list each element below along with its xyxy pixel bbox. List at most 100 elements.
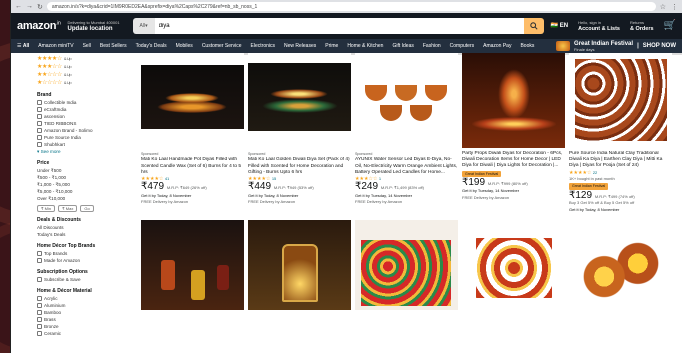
checkbox[interactable]	[37, 142, 42, 147]
cart-icon[interactable]: 🛒	[664, 21, 676, 31]
price-link[interactable]: ₹5,000 - ₹10,000	[37, 188, 123, 195]
nav-item[interactable]: New Releases	[284, 43, 316, 49]
shop-now-link[interactable]: SHOP NOW	[643, 43, 676, 49]
nav-item[interactable]: Home & Kitchen	[347, 43, 383, 49]
deal-link[interactable]: All Discounts	[37, 224, 123, 231]
material-checkbox[interactable]: Bamboo	[37, 309, 123, 316]
checkbox[interactable]	[37, 121, 42, 126]
brand-checkbox[interactable]: eCraftIndia	[37, 106, 123, 113]
price-link[interactable]: ₹1,000 - ₹5,000	[37, 181, 123, 188]
checkbox[interactable]	[37, 277, 42, 282]
nav-item[interactable]: Fashion	[423, 43, 441, 49]
checkbox[interactable]	[37, 331, 42, 336]
nav-item[interactable]: Amazon Pay	[483, 43, 511, 49]
address-bar[interactable]: amazon.in/s?k=diya&crid=1IM9R0ED2EA&spre…	[46, 2, 656, 11]
max-price-input[interactable]: ₹ Max	[58, 205, 78, 212]
festival-promo[interactable]: Great Indian Festival Finale days | SHOP …	[556, 41, 676, 52]
reload-icon[interactable]: ↻	[37, 3, 43, 11]
decor-checkbox[interactable]: Top Brands	[37, 250, 123, 257]
product-image[interactable]	[569, 53, 672, 148]
deliver-to[interactable]: Delivering to Mumbai 400001 Update locat…	[68, 20, 120, 32]
checkbox[interactable]	[37, 128, 42, 133]
product-title[interactable]: AYUNIX Water Sensor Led Diyas E-Diya, No…	[355, 157, 458, 176]
rating-filter-4[interactable]: ★★★★☆ & Up	[37, 55, 123, 63]
product-title[interactable]: Pure Source India Natural Clay Tradition…	[569, 151, 672, 170]
checkbox[interactable]	[37, 324, 42, 329]
star-icon[interactable]: ☆	[660, 3, 666, 11]
rating-filter-1[interactable]: ★☆☆☆☆ & Up	[37, 79, 123, 87]
returns-line1: Returns	[630, 20, 645, 25]
nav-item[interactable]: Computers	[450, 43, 474, 49]
product-image[interactable]	[141, 220, 244, 311]
price-link[interactable]: ₹500 - ₹1,000	[37, 174, 123, 181]
search-input[interactable]	[154, 18, 524, 34]
checkbox[interactable]	[37, 296, 42, 301]
product-image[interactable]	[355, 220, 458, 311]
nav-item[interactable]: Mobiles	[176, 43, 193, 49]
checkbox[interactable]	[37, 310, 42, 315]
rating-count: 41	[164, 175, 170, 181]
back-icon[interactable]: ←	[15, 3, 22, 11]
product-image[interactable]	[462, 215, 565, 306]
rating-filter-2[interactable]: ★★☆☆☆ & Up	[37, 71, 123, 79]
brand-checkbox[interactable]: Collectible India	[37, 99, 123, 106]
product-title[interactable]: Party Props Diwali Diyas for Decoration …	[462, 151, 565, 170]
account-menu[interactable]: Hello, sign in Account & Lists	[578, 20, 620, 32]
product-image[interactable]	[355, 53, 458, 148]
search-category-dropdown[interactable]: All ▾	[132, 18, 155, 34]
nav-item[interactable]: Books	[520, 43, 534, 49]
brand-checkbox[interactable]: Pure Source India	[37, 134, 123, 141]
product-title[interactable]: Mati Ko Laal Handmade Pot Diyas Filled w…	[141, 157, 244, 176]
product-image[interactable]	[248, 53, 351, 148]
material-checkbox[interactable]: Aluminium	[37, 302, 123, 309]
rating-count: 22	[592, 169, 598, 175]
brand-checkbox[interactable]: Shubhkart	[37, 141, 123, 148]
decor-checkbox[interactable]: Made for Amazon	[37, 257, 123, 264]
deal-link[interactable]: Today's Deals	[37, 231, 123, 238]
returns-orders[interactable]: Returns & Orders	[630, 20, 654, 32]
price-link[interactable]: Under ₹500	[37, 167, 123, 174]
nav-item[interactable]: Prime	[325, 43, 338, 49]
nav-item[interactable]: Gift Ideas	[392, 43, 413, 49]
nav-item[interactable]: Today's Deals	[136, 43, 167, 49]
checkbox-label: Shubhkart	[44, 142, 65, 147]
forward-icon[interactable]: →	[26, 3, 33, 11]
nav-item[interactable]: Amazon miniTV	[38, 43, 73, 49]
amazon-logo[interactable]: amazon.in	[17, 20, 61, 32]
product-image[interactable]	[141, 53, 244, 148]
checkbox-label: Aluminium	[44, 303, 66, 308]
search-button[interactable]	[523, 18, 544, 34]
product-title[interactable]: Mati Ko Laal Golden Diwali Diya Set (Pac…	[248, 157, 351, 176]
nav-item[interactable]: Best Sellers	[100, 43, 127, 49]
nav-item[interactable]: Sell	[83, 43, 91, 49]
brand-checkbox[interactable]: TIED RIBBONS	[37, 120, 123, 127]
checkbox[interactable]	[37, 100, 42, 105]
material-checkbox[interactable]: Ceramic	[37, 330, 123, 337]
product-image[interactable]	[248, 220, 351, 311]
all-menu-button[interactable]: ☰ All	[17, 43, 29, 49]
checkbox[interactable]	[37, 114, 42, 119]
price-link[interactable]: Over ₹10,000	[37, 195, 123, 202]
brand-checkbox[interactable]: ascension	[37, 113, 123, 120]
language-selector[interactable]: 🇮🇳 EN	[551, 23, 568, 29]
price-go-button[interactable]: Go	[80, 205, 94, 212]
checkbox[interactable]	[37, 251, 42, 256]
material-checkbox[interactable]: Brass	[37, 316, 123, 323]
checkbox[interactable]	[37, 107, 42, 112]
subscribe-checkbox[interactable]: Subscribe & Save	[37, 276, 123, 283]
menu-icon[interactable]: ⋮	[671, 3, 678, 11]
see-more-link[interactable]: ▾ See more	[37, 148, 123, 155]
checkbox[interactable]	[37, 135, 42, 140]
brand-checkbox[interactable]: Amazon Brand - Solimo	[37, 127, 123, 134]
checkbox[interactable]	[37, 303, 42, 308]
checkbox[interactable]	[37, 317, 42, 322]
material-checkbox[interactable]: Bronze	[37, 323, 123, 330]
nav-item[interactable]: Customer Service	[202, 43, 242, 49]
nav-item[interactable]: Electronics	[251, 43, 275, 49]
product-image[interactable]	[462, 53, 565, 148]
rating-filter-3[interactable]: ★★★☆☆ & Up	[37, 63, 123, 71]
material-checkbox[interactable]: Acrylic	[37, 295, 123, 302]
product-image[interactable]	[569, 221, 672, 312]
min-price-input[interactable]: ₹ Min	[37, 205, 56, 212]
checkbox[interactable]	[37, 258, 42, 263]
